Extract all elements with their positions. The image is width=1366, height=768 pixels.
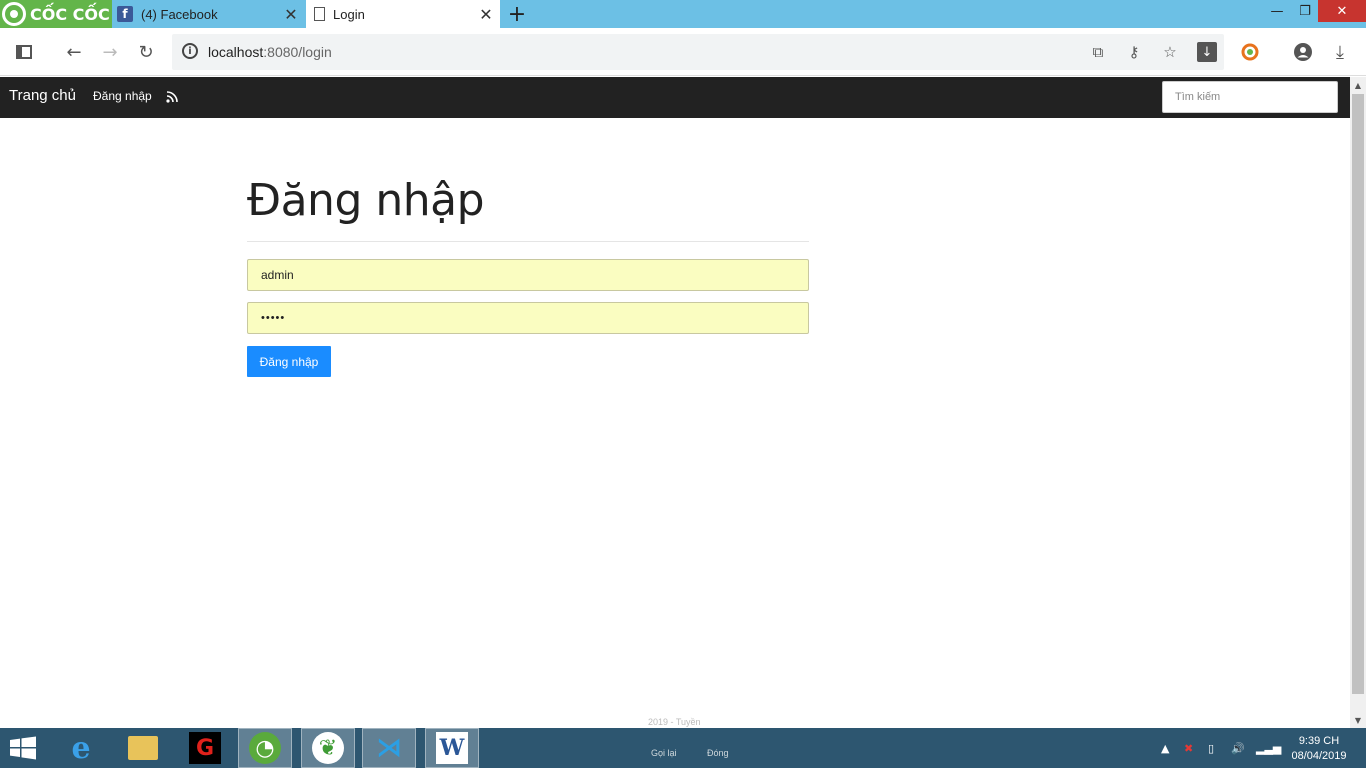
taskbar-mongodb[interactable]: ❦ [301, 728, 355, 768]
vscode-icon: ⋊ [376, 733, 402, 763]
login-button[interactable]: Đăng nhập [247, 346, 331, 377]
site-navbar: Trang chủ Đăng nhập [0, 77, 1350, 118]
file-explorer-icon [128, 736, 158, 760]
browser-brand: CỐC CỐC [30, 4, 110, 24]
address-bar[interactable]: i localhost:8080/login ⧉ ⚷ ☆ ↓ [172, 34, 1224, 70]
windows-start-icon[interactable] [8, 736, 38, 760]
clock-date: 08/04/2019 [1291, 750, 1347, 762]
page-viewport: Trang chủ Đăng nhập Đăng nhập Đăng nhập … [0, 77, 1350, 728]
system-clock[interactable]: 9:39 CH 08/04/2019 [1284, 734, 1354, 764]
url-text[interactable]: localhost:8080/login [208, 44, 332, 60]
show-hidden-icons-icon[interactable]: ▲ [1161, 742, 1169, 755]
volume-icon[interactable]: 🔊 [1231, 742, 1245, 755]
profile-icon[interactable] [1291, 40, 1315, 64]
taskbar-explorer[interactable] [116, 728, 170, 768]
tab-title: Login [333, 6, 365, 22]
password-field[interactable] [247, 302, 809, 334]
tab-close-icon[interactable]: ✕ [281, 5, 301, 24]
mongodb-compass-icon: ❦ [312, 732, 344, 764]
browser-toolbar: ← → ↻ i localhost:8080/login ⧉ ⚷ ☆ ↓ ⤓ [0, 28, 1366, 76]
sidebar-toggle-icon[interactable] [12, 40, 36, 64]
footer-text: 2019 - Tuyền [648, 717, 701, 727]
facebook-icon: f [117, 6, 133, 22]
page-icon [314, 7, 325, 21]
taskbar-word[interactable]: W [425, 728, 479, 768]
coccoc-logo-icon [2, 2, 26, 26]
signal-icon[interactable]: ▂▃▅ [1256, 742, 1281, 755]
reload-icon[interactable]: ↻ [134, 40, 158, 64]
coccoc-extension-icon[interactable] [1238, 40, 1262, 64]
coccoc-menu-button[interactable]: CỐC CỐC [0, 0, 112, 28]
garena-icon: G [189, 732, 221, 764]
close-window-button[interactable]: ✕ [1318, 0, 1366, 22]
network-error-icon[interactable]: ✖ [1184, 742, 1193, 755]
site-info-icon[interactable]: i [182, 43, 198, 59]
back-icon[interactable]: ← [62, 40, 86, 64]
page-title: Đăng nhập [247, 175, 485, 226]
restore-button[interactable]: ❐ [1292, 0, 1318, 22]
search-input[interactable] [1162, 81, 1338, 113]
coccoc-browser-icon: ◔ [249, 732, 281, 764]
scroll-down-icon[interactable]: ▼ [1350, 712, 1366, 728]
tab-strip: CỐC CỐC f (4) Facebook ✕ Login ✕ + — ❐ ✕ [0, 0, 1366, 28]
taskbar-ie[interactable]: e [54, 728, 108, 768]
tab-close-icon[interactable]: ✕ [476, 5, 496, 24]
taskbar-garena[interactable]: G [178, 728, 232, 768]
scroll-thumb[interactable] [1352, 94, 1364, 694]
battery-icon[interactable]: ▯ [1208, 742, 1214, 755]
translate-icon[interactable]: ⧉ [1088, 42, 1108, 62]
call-back-label[interactable]: Gọi lại [651, 748, 677, 758]
close-label[interactable]: Đóng [707, 748, 729, 758]
username-field[interactable] [247, 259, 809, 291]
downloads-icon[interactable]: ⤓ [1328, 40, 1352, 64]
taskbar-coccoc[interactable]: ◔ [238, 728, 292, 768]
nav-login-link[interactable]: Đăng nhập [93, 89, 152, 103]
forward-icon[interactable]: → [98, 40, 122, 64]
title-divider [247, 241, 809, 242]
rss-icon[interactable] [166, 88, 178, 103]
bookmark-star-icon[interactable]: ☆ [1160, 42, 1180, 62]
tab-title: (4) Facebook [141, 6, 218, 22]
tab-facebook[interactable]: f (4) Facebook ✕ [112, 0, 305, 28]
word-icon: W [436, 732, 468, 764]
clock-time: 9:39 CH [1298, 735, 1340, 747]
minimize-button[interactable]: — [1262, 0, 1292, 22]
nav-home-link[interactable]: Trang chủ [9, 87, 76, 104]
page-scrollbar[interactable]: ▲ ▼ [1350, 77, 1366, 728]
tab-login[interactable]: Login ✕ [306, 0, 500, 28]
scroll-up-icon[interactable]: ▲ [1350, 77, 1366, 93]
new-tab-button[interactable]: + [506, 2, 528, 27]
savior-download-icon[interactable]: ↓ [1197, 42, 1217, 62]
taskbar: e G ◔ ❦ ⋊ W Gọi lại Đóng ▲ ✖ ▯ 🔊 ▂▃▅ 9:3… [0, 728, 1366, 768]
taskbar-vscode[interactable]: ⋊ [362, 728, 416, 768]
internet-explorer-icon: e [71, 730, 91, 766]
key-icon[interactable]: ⚷ [1124, 42, 1144, 62]
